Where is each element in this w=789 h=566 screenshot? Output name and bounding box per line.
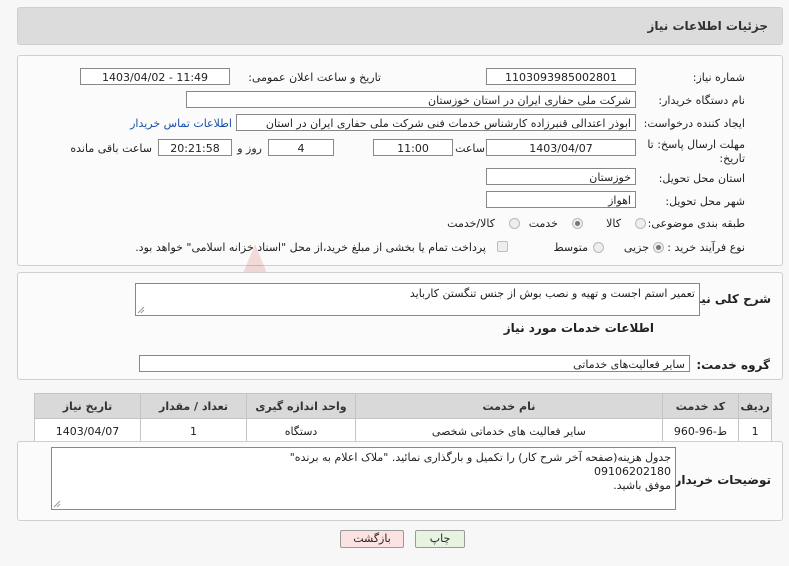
creator-label: ایجاد کننده درخواست: (643, 117, 745, 130)
summary-field: تعمیر استم اجست و تهیه و نصب بوش از جنس … (135, 283, 700, 316)
cell-qty: 1 (140, 418, 247, 444)
details-panel (17, 55, 783, 266)
cell-row: 1 (738, 418, 772, 444)
need-number-label: شماره نیاز: (692, 71, 745, 84)
category-radio-goods-service[interactable] (509, 218, 520, 229)
category-label: طبقه بندی موضوعی: (647, 217, 745, 230)
announce-field: 1403/04/02 - 11:49 (80, 68, 230, 85)
creator-field: ابوذر اعتدالی قنبرزاده کارشناس خدمات فنی… (236, 114, 636, 131)
buyer-notes-line-2: 09106202180 (594, 465, 671, 478)
process-option-minor: جزیی (623, 241, 649, 254)
process-radio-medium[interactable] (593, 242, 604, 253)
buyer-notes-line-3: موفق باشید. (613, 479, 671, 492)
buyer-org-label: نام دستگاه خریدار: (658, 94, 745, 107)
col-header-code: کد خدمت (661, 393, 740, 419)
days-label: روز و (237, 142, 262, 155)
col-header-name: نام خدمت (355, 393, 663, 419)
buyer-notes-field: جدول هزینه(صفحه آخر شرح کار) را تکمیل و … (51, 447, 676, 510)
buyer-contact-link[interactable]: اطلاعات تماس خریدار (130, 117, 232, 130)
deadline-label-date: تاریخ: (719, 152, 745, 165)
cell-date: 1403/04/07 (33, 418, 142, 444)
category-radio-goods[interactable] (635, 218, 646, 229)
days-field: 4 (268, 139, 334, 156)
remaining-label: ساعت باقی مانده (70, 142, 152, 155)
col-header-unit: واحد اندازه گیری (245, 393, 357, 419)
buyer-notes-line-1: جدول هزینه(صفحه آخر شرح کار) را تکمیل و … (289, 451, 671, 464)
time-label: ساعت (455, 142, 485, 155)
notes-resize-handle[interactable] (53, 500, 61, 508)
payment-note: پرداخت تمام یا بخشی از مبلغ خرید،از محل … (135, 241, 486, 254)
table-row: 1 ط-96-960 سایر فعالیت های خدماتی شخصی د… (33, 418, 772, 444)
process-label: نوع فرآیند خرید : (667, 241, 745, 254)
buyer-org-field: شرکت ملی حفاری ایران در استان خوزستان (186, 91, 636, 108)
services-section-title: اطلاعات خدمات مورد نیاز (503, 321, 654, 335)
buyer-notes-label: توضیحات خریدار: (669, 473, 771, 487)
services-table: ردیف کد خدمت نام خدمت واحد اندازه گیری ت… (33, 393, 772, 444)
deadline-time-field: 11:00 (373, 139, 453, 156)
remaining-time-field: 20:21:58 (158, 139, 232, 156)
page-header: جزئیات اطلاعات نیاز (17, 7, 783, 45)
city-label: شهر محل تحویل: (665, 195, 745, 208)
summary-resize-handle[interactable] (137, 306, 145, 314)
print-button[interactable]: چاپ (415, 530, 465, 548)
cell-name: سایر فعالیت های خدماتی شخصی (355, 418, 663, 444)
cell-code: ط-96-960 (661, 418, 740, 444)
announce-label: تاریخ و ساعت اعلان عمومی: (248, 71, 381, 84)
process-radio-minor[interactable] (653, 242, 664, 253)
service-group-field: سایر فعالیت‌های خدماتی (139, 355, 690, 372)
col-header-qty: تعداد / مقدار (140, 393, 247, 419)
need-number-field: 1103093985002801 (486, 68, 636, 85)
col-header-date: تاریخ نیاز (33, 393, 142, 419)
payment-checkbox[interactable] (497, 241, 508, 252)
city-field: اهواز (486, 191, 636, 208)
category-option-service: خدمت (528, 217, 558, 230)
table-header-row: ردیف کد خدمت نام خدمت واحد اندازه گیری ت… (33, 393, 772, 419)
category-option-goods: کالا (606, 217, 621, 230)
process-option-medium: متوسط (553, 241, 588, 254)
province-label: استان محل تحویل: (658, 172, 745, 185)
cell-unit: دستگاه (245, 418, 357, 444)
category-radio-service[interactable] (572, 218, 583, 229)
back-button[interactable]: بازگشت (340, 530, 404, 548)
service-group-label: گروه خدمت: (696, 358, 770, 372)
deadline-date-field: 1403/04/07 (486, 139, 636, 156)
deadline-label: مهلت ارسال پاسخ: تا (647, 138, 745, 151)
page-title: جزئیات اطلاعات نیاز (647, 19, 768, 33)
province-field: خوزستان (486, 168, 636, 185)
category-option-goods-service: کالا/خدمت (447, 217, 495, 230)
col-header-row: ردیف (738, 393, 772, 419)
